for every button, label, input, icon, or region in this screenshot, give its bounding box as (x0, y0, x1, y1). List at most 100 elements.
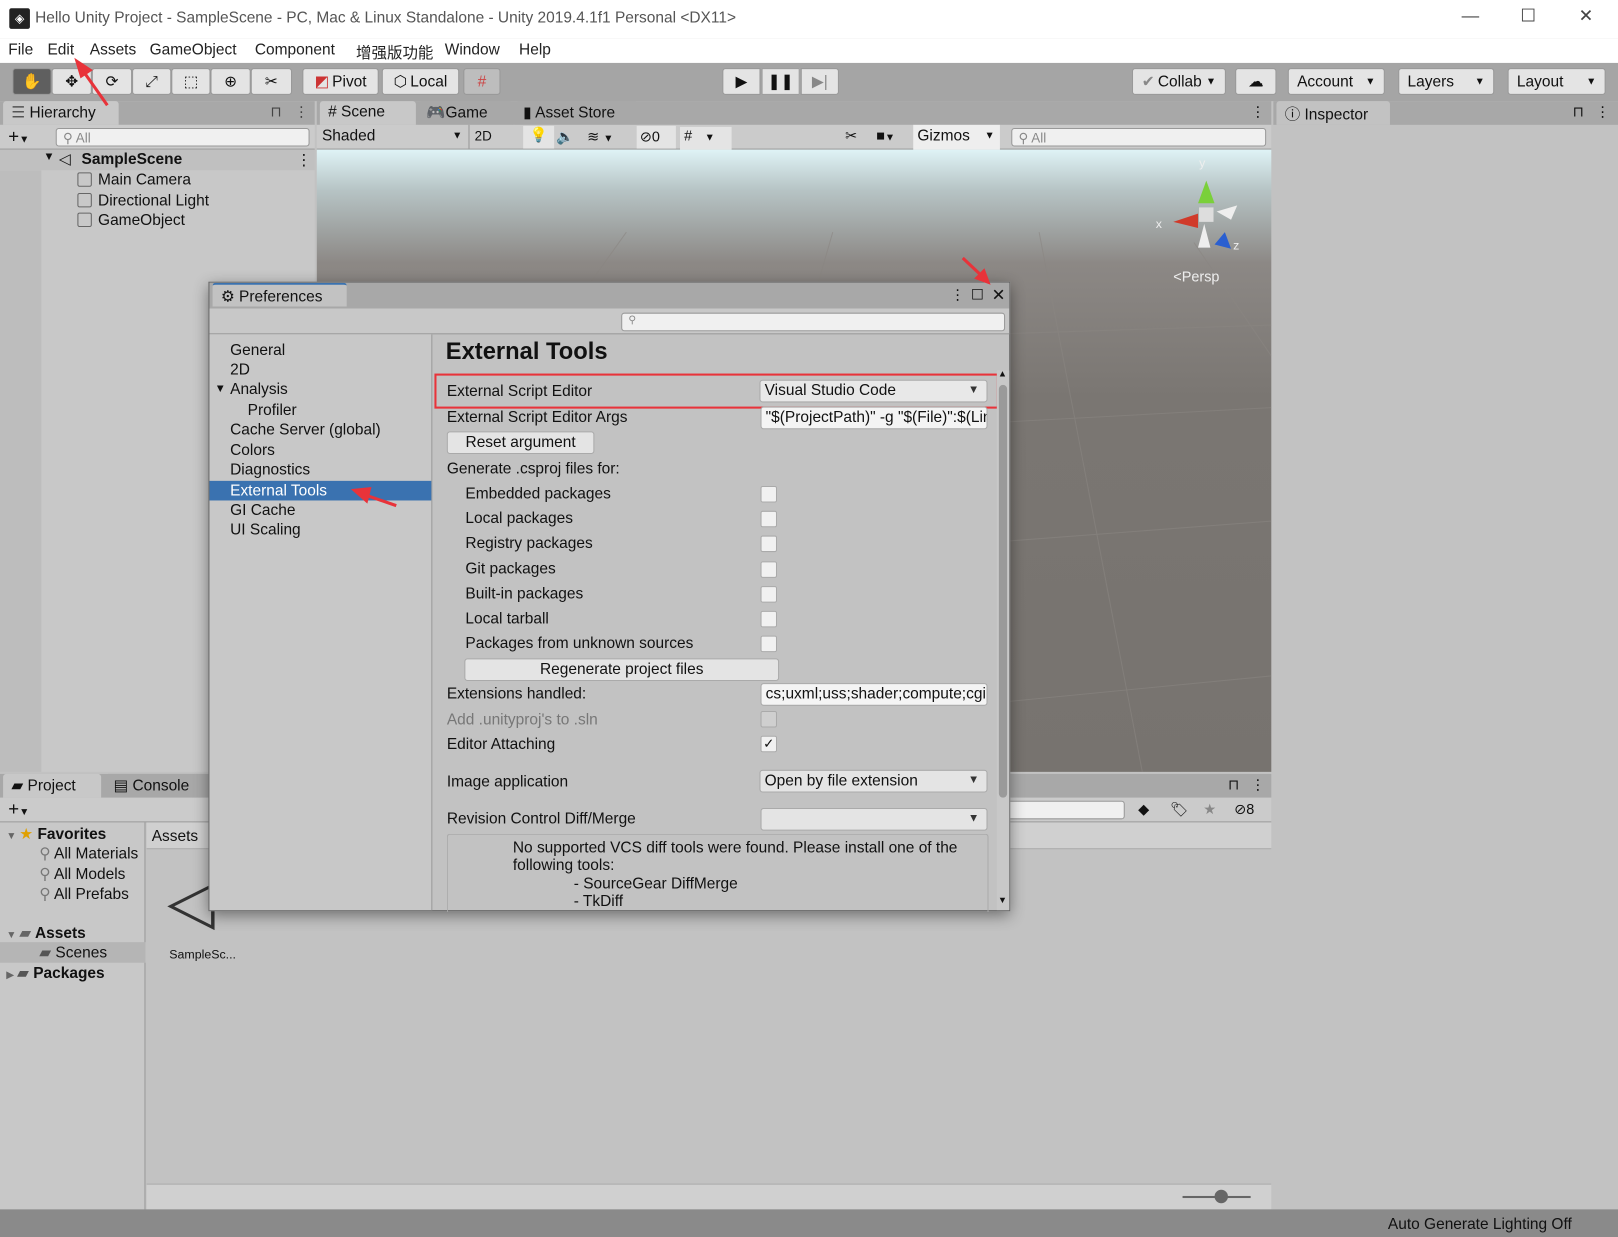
revision-control-dropdown[interactable]: ▼ (760, 807, 988, 831)
create-dropdown-button[interactable]: +▼ (8, 799, 29, 821)
expand-arrow-icon[interactable]: ▼ (215, 380, 226, 400)
menu-edit[interactable]: Edit (47, 41, 74, 59)
favorite-item[interactable]: ⚲ All Models (39, 865, 125, 884)
favorite-item[interactable]: ⚲ All Materials (39, 844, 138, 863)
effects-toggle-icon[interactable]: ≋ ▼ (587, 128, 613, 146)
preferences-search-input[interactable]: ⚲ (621, 312, 1006, 332)
pref-item-general[interactable]: General (209, 341, 431, 361)
hidden-objects-toggle[interactable]: ⊘0 (636, 125, 676, 149)
menu-file[interactable]: File (8, 41, 33, 59)
cloud-button[interactable]: ☁ (1235, 68, 1277, 95)
play-button[interactable]: ▶ (722, 68, 761, 95)
scrollbar[interactable]: ▲ ▼ (996, 368, 1010, 911)
pref-item-2d[interactable]: 2D (209, 360, 431, 380)
tab-project[interactable]: ▰ Project (3, 773, 102, 798)
tab-asset-store[interactable]: ▮ Asset Store (514, 101, 639, 125)
reset-argument-button[interactable]: Reset argument (446, 431, 595, 455)
scale-tool-icon[interactable]: ⤢ (132, 68, 172, 95)
package-option-checkbox[interactable] (760, 535, 778, 553)
packages-folder[interactable]: ▶ ▰ Packages (6, 964, 104, 983)
scroll-up-arrow[interactable]: ▲ (998, 368, 1007, 378)
menu-help[interactable]: Help (519, 41, 551, 59)
pref-item-gi-cache[interactable]: GI Cache (209, 500, 431, 520)
args-input[interactable]: "$(ProjectPath)" -g "$(File)":$(Line):$(… (760, 406, 988, 430)
hierarchy-item[interactable]: GameObject (77, 212, 185, 229)
close-icon[interactable]: ✕ (992, 285, 1006, 306)
package-option-checkbox[interactable] (760, 510, 778, 528)
scene-orientation-gizmo[interactable]: y x z <Persp (1153, 156, 1256, 285)
step-button[interactable]: ▶| (800, 68, 839, 95)
hierarchy-search-input[interactable]: ⚲ All (55, 127, 310, 147)
layers-dropdown[interactable]: Layers ▼ (1398, 68, 1495, 95)
scene-menu-icon[interactable]: ⋮ (296, 151, 311, 170)
pref-item-profiler[interactable]: Profiler (209, 400, 431, 420)
more-menu-icon[interactable]: ⋮ (1595, 103, 1609, 121)
gizmos-dropdown[interactable]: Gizmos ▼ (913, 124, 1000, 150)
create-dropdown-button[interactable]: +▼ (8, 126, 29, 148)
more-menu-icon[interactable]: ⋮ (1251, 776, 1265, 794)
breadcrumb-assets[interactable]: Assets (152, 828, 198, 846)
tab-scene[interactable]: # Scene (319, 101, 416, 125)
tab-inspector[interactable]: ⓘ Inspector (1276, 101, 1390, 125)
audio-toggle-icon[interactable]: 🔈 (556, 128, 574, 146)
rotate-tool-icon[interactable]: ⟳ (91, 68, 133, 95)
regenerate-project-files-button[interactable]: Regenerate project files (464, 658, 780, 682)
menu-window[interactable]: Window (445, 41, 500, 59)
filter-by-label-icon[interactable]: 🏷 (1170, 801, 1188, 819)
hand-tool-icon[interactable]: ✋ (12, 68, 52, 95)
tab-hierarchy[interactable]: ☰ Hierarchy (3, 101, 119, 125)
persp-label[interactable]: <Persp (1173, 268, 1219, 285)
close-window-button[interactable]: ✕ (1571, 6, 1602, 31)
package-option-checkbox[interactable] (760, 560, 778, 578)
local-toggle[interactable]: ⬡ Local (381, 68, 460, 95)
menu-assets[interactable]: Assets (90, 41, 136, 59)
minimize-button[interactable]: — (1455, 6, 1486, 31)
scroll-down-arrow[interactable]: ▼ (998, 895, 1007, 905)
package-option-checkbox[interactable] (760, 585, 778, 603)
pref-item-external-tools[interactable]: External Tools (209, 480, 432, 501)
collab-dropdown[interactable]: ✔ Collab ▼ (1131, 68, 1226, 95)
more-menu-icon[interactable]: ⋮ (294, 103, 308, 121)
lock-icon[interactable]: ⊓ (270, 103, 281, 121)
menu-enhanced[interactable]: 增强版功能 (356, 41, 433, 63)
hidden-packages-toggle[interactable]: ⊘8 (1234, 801, 1254, 819)
slider-thumb[interactable] (1214, 1189, 1228, 1204)
lock-icon[interactable]: ⊓ (1573, 103, 1584, 121)
tab-game[interactable]: 🎮Game (417, 101, 513, 125)
grid-snap-icon[interactable]: # (463, 68, 501, 95)
pref-item-cache-server[interactable]: Cache Server (global) (209, 420, 431, 440)
favorite-star-icon[interactable]: ★ (1203, 801, 1216, 819)
project-search-input[interactable] (990, 800, 1125, 820)
image-application-dropdown[interactable]: Open by file extension ▼ (759, 769, 988, 793)
tools-icon[interactable]: ✂ (845, 127, 857, 145)
extensions-input[interactable]: cs;uxml;uss;shader;compute;cginc (760, 683, 988, 706)
maximize-button[interactable]: ☐ (1513, 6, 1544, 31)
lighting-toggle-icon[interactable]: 💡 (523, 125, 555, 149)
pause-button[interactable]: ❚❚ (761, 68, 800, 95)
hierarchy-item[interactable]: Main Camera (77, 171, 191, 189)
pref-item-analysis[interactable]: ▼ Analysis (209, 380, 431, 400)
more-menu-icon[interactable]: ⋮ (950, 286, 964, 304)
package-option-checkbox[interactable] (760, 635, 778, 653)
transform-tool-icon[interactable]: ⊕ (210, 68, 251, 95)
move-tool-icon[interactable]: ✥ (51, 68, 92, 95)
2d-toggle[interactable]: 2D (475, 128, 492, 143)
scenes-folder[interactable]: ▰ Scenes (39, 943, 107, 962)
pivot-toggle[interactable]: ◩ Pivot (302, 68, 379, 95)
favorite-item[interactable]: ⚲ All Prefabs (39, 884, 129, 903)
tab-preferences[interactable]: ⚙ Preferences (212, 282, 347, 307)
lock-icon[interactable]: ⊓ (1228, 776, 1239, 794)
scene-search-input[interactable]: ⚲ All (1011, 127, 1267, 147)
scrollbar-thumb[interactable] (998, 384, 1008, 798)
account-dropdown[interactable]: Account ▼ (1287, 68, 1385, 95)
custom-tool-icon[interactable]: ✂ (250, 68, 293, 95)
pref-item-colors[interactable]: Colors (209, 441, 431, 461)
camera-dropdown-icon[interactable]: ■▼ (876, 127, 895, 144)
menu-gameobject[interactable]: GameObject (150, 41, 237, 59)
grid-toggle-icon[interactable]: # ▼ (680, 126, 732, 150)
package-option-checkbox[interactable] (760, 610, 778, 628)
package-option-checkbox[interactable] (760, 486, 778, 503)
shading-dropdown[interactable]: Shaded ▼ (317, 124, 470, 150)
editor-attaching-checkbox[interactable]: ✓ (760, 735, 778, 753)
hierarchy-item[interactable]: Directional Light (77, 192, 209, 209)
